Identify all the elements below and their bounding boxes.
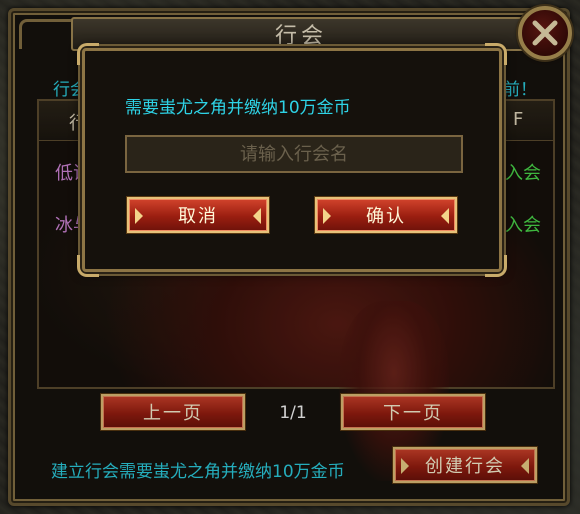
guild-name-input[interactable] xyxy=(125,135,463,173)
create-guild-dialog: 需要蚩尤之角并缴纳10万金币 取消 确认 xyxy=(77,43,507,277)
cancel-button[interactable]: 取消 xyxy=(127,197,269,233)
dialog-corner-ornament xyxy=(485,43,507,65)
dialog-corner-ornament xyxy=(485,255,507,277)
dialog-corner-ornament xyxy=(77,43,99,65)
dialog-message: 需要蚩尤之角并缴纳10万金币 xyxy=(125,98,351,118)
confirm-button[interactable]: 确认 xyxy=(315,197,457,233)
dialog-corner-ornament xyxy=(77,255,99,277)
